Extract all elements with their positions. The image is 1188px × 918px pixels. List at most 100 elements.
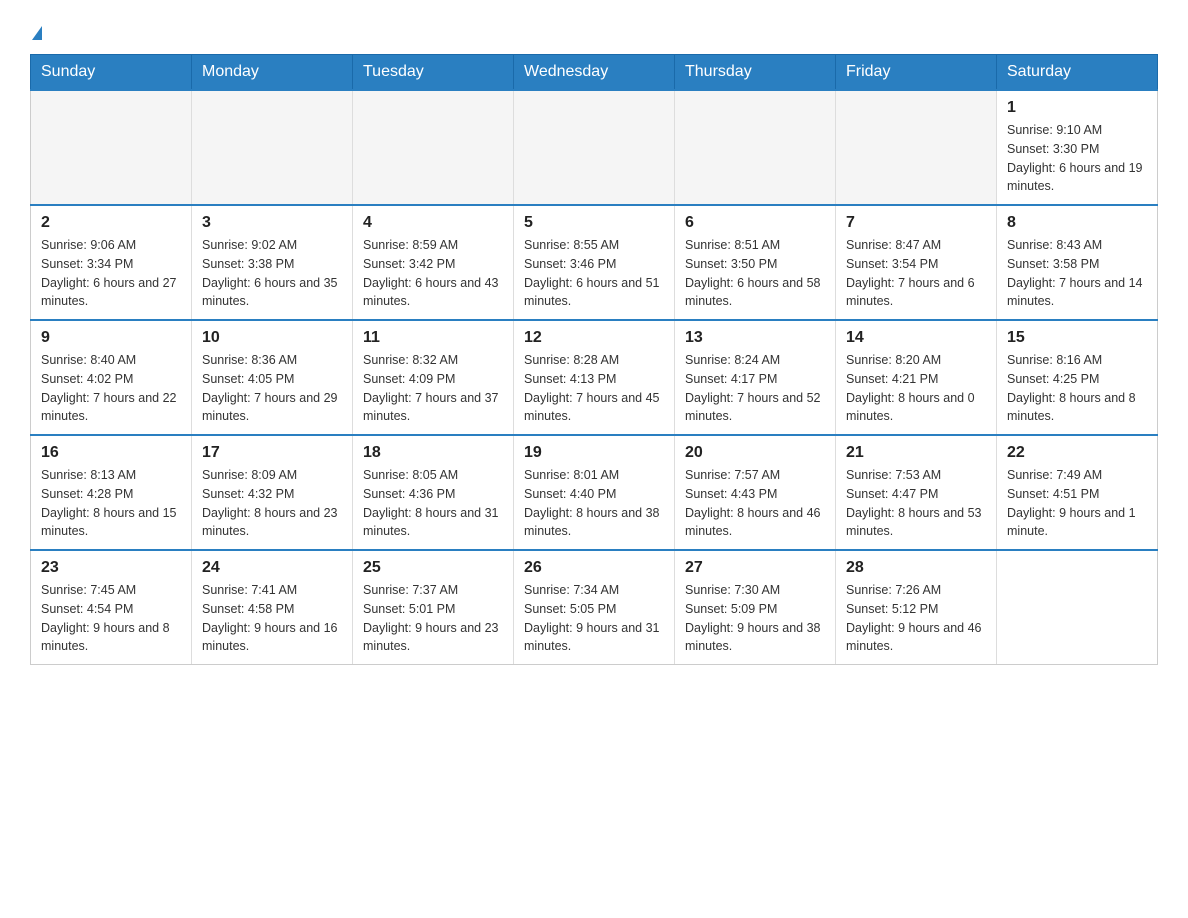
day-info: Sunrise: 9:06 AMSunset: 3:34 PMDaylight:…	[41, 236, 181, 311]
header-tuesday: Tuesday	[353, 55, 514, 91]
day-number: 3	[202, 214, 342, 232]
calendar-cell	[836, 90, 997, 205]
header-row: SundayMondayTuesdayWednesdayThursdayFrid…	[31, 55, 1158, 91]
day-info: Sunrise: 7:49 AMSunset: 4:51 PMDaylight:…	[1007, 466, 1147, 541]
day-number: 16	[41, 444, 181, 462]
day-number: 6	[685, 214, 825, 232]
day-number: 1	[1007, 99, 1147, 117]
calendar-cell	[514, 90, 675, 205]
header-wednesday: Wednesday	[514, 55, 675, 91]
header-sunday: Sunday	[31, 55, 192, 91]
day-number: 13	[685, 329, 825, 347]
logo	[30, 20, 42, 44]
day-info: Sunrise: 8:24 AMSunset: 4:17 PMDaylight:…	[685, 351, 825, 426]
calendar-cell: 24 Sunrise: 7:41 AMSunset: 4:58 PMDayligh…	[192, 550, 353, 665]
day-number: 28	[846, 559, 986, 577]
day-info: Sunrise: 7:53 AMSunset: 4:47 PMDaylight:…	[846, 466, 986, 541]
calendar-cell: 4 Sunrise: 8:59 AMSunset: 3:42 PMDaylight…	[353, 205, 514, 320]
day-info: Sunrise: 8:16 AMSunset: 4:25 PMDaylight:…	[1007, 351, 1147, 426]
day-info: Sunrise: 8:32 AMSunset: 4:09 PMDaylight:…	[363, 351, 503, 426]
calendar-cell: 23Sunrise: 7:45 AMSunset: 4:54 PMDayligh…	[31, 550, 192, 665]
day-info: Sunrise: 8:47 AMSunset: 3:54 PMDaylight:…	[846, 236, 986, 311]
day-number: 24	[202, 559, 342, 577]
week-row-2: 2 Sunrise: 9:06 AMSunset: 3:34 PMDaylight…	[31, 205, 1158, 320]
header-monday: Monday	[192, 55, 353, 91]
day-info: Sunrise: 8:59 AMSunset: 3:42 PMDaylight:…	[363, 236, 503, 311]
day-number: 26	[524, 559, 664, 577]
header-saturday: Saturday	[997, 55, 1158, 91]
calendar-cell: 25 Sunrise: 7:37 AMSunset: 5:01 PMDayligh…	[353, 550, 514, 665]
day-number: 22	[1007, 444, 1147, 462]
day-info: Sunrise: 8:55 AMSunset: 3:46 PMDaylight:…	[524, 236, 664, 311]
day-number: 14	[846, 329, 986, 347]
day-info: Sunrise: 8:13 AMSunset: 4:28 PMDaylight:…	[41, 466, 181, 541]
day-info: Sunrise: 8:05 AMSunset: 4:36 PMDaylight:…	[363, 466, 503, 541]
day-info: Sunrise: 7:30 AMSunset: 5:09 PMDaylight:…	[685, 581, 825, 656]
page-header	[30, 20, 1158, 44]
calendar-cell: 22 Sunrise: 7:49 AMSunset: 4:51 PMDayligh…	[997, 435, 1158, 550]
day-info: Sunrise: 8:40 AMSunset: 4:02 PMDaylight:…	[41, 351, 181, 426]
day-number: 17	[202, 444, 342, 462]
calendar-cell: 26 Sunrise: 7:34 AMSunset: 5:05 PMDayligh…	[514, 550, 675, 665]
day-info: Sunrise: 7:26 AMSunset: 5:12 PMDaylight:…	[846, 581, 986, 656]
calendar-cell: 13 Sunrise: 8:24 AMSunset: 4:17 PMDayligh…	[675, 320, 836, 435]
calendar-cell	[31, 90, 192, 205]
day-number: 21	[846, 444, 986, 462]
header-thursday: Thursday	[675, 55, 836, 91]
day-number: 15	[1007, 329, 1147, 347]
day-number: 10	[202, 329, 342, 347]
day-info: Sunrise: 8:51 AMSunset: 3:50 PMDaylight:…	[685, 236, 825, 311]
calendar-cell: 2 Sunrise: 9:06 AMSunset: 3:34 PMDaylight…	[31, 205, 192, 320]
calendar-cell: 14 Sunrise: 8:20 AMSunset: 4:21 PMDayligh…	[836, 320, 997, 435]
header-friday: Friday	[836, 55, 997, 91]
day-info: Sunrise: 8:28 AMSunset: 4:13 PMDaylight:…	[524, 351, 664, 426]
day-number: 7	[846, 214, 986, 232]
calendar-cell: 1Sunrise: 9:10 AMSunset: 3:30 PMDaylight…	[997, 90, 1158, 205]
day-number: 9	[41, 329, 181, 347]
calendar-cell: 7 Sunrise: 8:47 AMSunset: 3:54 PMDaylight…	[836, 205, 997, 320]
week-row-1: 1Sunrise: 9:10 AMSunset: 3:30 PMDaylight…	[31, 90, 1158, 205]
day-number: 25	[363, 559, 503, 577]
day-number: 8	[1007, 214, 1147, 232]
day-number: 12	[524, 329, 664, 347]
day-info: Sunrise: 9:02 AMSunset: 3:38 PMDaylight:…	[202, 236, 342, 311]
week-row-4: 16 Sunrise: 8:13 AMSunset: 4:28 PMDayligh…	[31, 435, 1158, 550]
calendar-cell: 19 Sunrise: 8:01 AMSunset: 4:40 PMDayligh…	[514, 435, 675, 550]
day-number: 4	[363, 214, 503, 232]
day-number: 11	[363, 329, 503, 347]
calendar-header: SundayMondayTuesdayWednesdayThursdayFrid…	[31, 55, 1158, 91]
calendar-cell: 21 Sunrise: 7:53 AMSunset: 4:47 PMDayligh…	[836, 435, 997, 550]
day-info: Sunrise: 8:01 AMSunset: 4:40 PMDaylight:…	[524, 466, 664, 541]
day-info: Sunrise: 7:41 AMSunset: 4:58 PMDaylight:…	[202, 581, 342, 656]
day-info: Sunrise: 7:34 AMSunset: 5:05 PMDaylight:…	[524, 581, 664, 656]
day-info: Sunrise: 8:09 AMSunset: 4:32 PMDaylight:…	[202, 466, 342, 541]
week-row-3: 9 Sunrise: 8:40 AMSunset: 4:02 PMDaylight…	[31, 320, 1158, 435]
calendar-cell: 27 Sunrise: 7:30 AMSunset: 5:09 PMDayligh…	[675, 550, 836, 665]
day-number: 5	[524, 214, 664, 232]
calendar-cell: 10 Sunrise: 8:36 AMSunset: 4:05 PMDayligh…	[192, 320, 353, 435]
calendar-cell: 9 Sunrise: 8:40 AMSunset: 4:02 PMDaylight…	[31, 320, 192, 435]
calendar-table: SundayMondayTuesdayWednesdayThursdayFrid…	[30, 54, 1158, 665]
week-row-5: 23Sunrise: 7:45 AMSunset: 4:54 PMDayligh…	[31, 550, 1158, 665]
calendar-cell: 20 Sunrise: 7:57 AMSunset: 4:43 PMDayligh…	[675, 435, 836, 550]
calendar-cell: 3 Sunrise: 9:02 AMSunset: 3:38 PMDaylight…	[192, 205, 353, 320]
day-number: 23	[41, 559, 181, 577]
day-info: Sunrise: 7:57 AMSunset: 4:43 PMDaylight:…	[685, 466, 825, 541]
calendar-cell: 28 Sunrise: 7:26 AMSunset: 5:12 PMDayligh…	[836, 550, 997, 665]
calendar-cell: 18 Sunrise: 8:05 AMSunset: 4:36 PMDayligh…	[353, 435, 514, 550]
day-number: 27	[685, 559, 825, 577]
calendar-cell: 16 Sunrise: 8:13 AMSunset: 4:28 PMDayligh…	[31, 435, 192, 550]
day-number: 19	[524, 444, 664, 462]
day-info: Sunrise: 8:20 AMSunset: 4:21 PMDaylight:…	[846, 351, 986, 426]
day-number: 2	[41, 214, 181, 232]
day-info: Sunrise: 8:36 AMSunset: 4:05 PMDaylight:…	[202, 351, 342, 426]
day-number: 20	[685, 444, 825, 462]
day-info: Sunrise: 7:37 AMSunset: 5:01 PMDaylight:…	[363, 581, 503, 656]
calendar-cell: 11 Sunrise: 8:32 AMSunset: 4:09 PMDayligh…	[353, 320, 514, 435]
calendar-body: 1Sunrise: 9:10 AMSunset: 3:30 PMDaylight…	[31, 90, 1158, 665]
calendar-cell	[192, 90, 353, 205]
day-number: 18	[363, 444, 503, 462]
calendar-cell: 8Sunrise: 8:43 AMSunset: 3:58 PMDaylight…	[997, 205, 1158, 320]
calendar-cell	[997, 550, 1158, 665]
calendar-cell: 17 Sunrise: 8:09 AMSunset: 4:32 PMDayligh…	[192, 435, 353, 550]
